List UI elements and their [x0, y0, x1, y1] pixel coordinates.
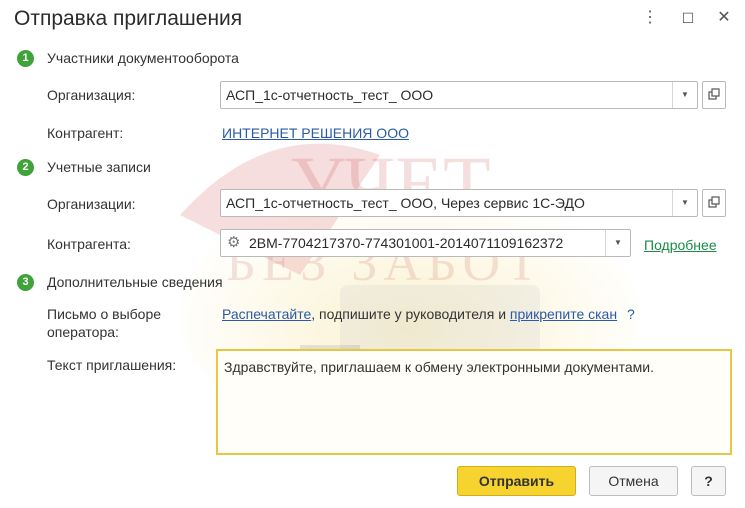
- help-question-icon[interactable]: ?: [627, 306, 635, 322]
- attach-scan-link[interactable]: прикрепите скан: [510, 306, 617, 322]
- step-3-badge: 3: [17, 274, 34, 291]
- open-form-icon: [708, 88, 720, 100]
- contractor-account-field[interactable]: ⚙ 2BM-7704217370-774301001-2014071109162…: [220, 229, 631, 257]
- gear-icon: ⚙: [227, 234, 241, 251]
- step-1-badge: 1: [17, 50, 34, 67]
- section-accounts-title: Учетные записи: [47, 159, 151, 175]
- open-organization-button[interactable]: [702, 81, 726, 109]
- contractors-label: Контрагента:: [47, 236, 131, 252]
- open-account-button[interactable]: [702, 189, 726, 217]
- help-button[interactable]: ?: [691, 466, 726, 496]
- more-actions-icon[interactable]: ⋮: [638, 6, 662, 30]
- print-link[interactable]: Распечатайте: [222, 306, 311, 322]
- chevron-down-icon[interactable]: ▼: [672, 190, 697, 216]
- operator-letter-instructions: Распечатайте, подпишите у руководителя и…: [222, 306, 635, 322]
- step-2-badge: 2: [17, 159, 34, 176]
- send-button[interactable]: Отправить: [457, 466, 576, 496]
- open-form-icon: [708, 196, 720, 208]
- dialog-title: Отправка приглашения: [14, 7, 243, 30]
- invitation-text-value: Здравствуйте, приглашаем к обмену электр…: [224, 359, 654, 375]
- organization-field[interactable]: АСП_1с-отчетность_тест_ ООО ▼: [220, 81, 698, 109]
- chevron-down-icon[interactable]: ▼: [672, 82, 697, 108]
- contractor-account-value: 2BM-7704217370-774301001-201407110916237…: [249, 235, 564, 251]
- contractor-label: Контрагент:: [47, 125, 124, 141]
- maximize-icon[interactable]: ☐: [676, 6, 700, 30]
- cancel-button[interactable]: Отмена: [589, 466, 678, 496]
- organization-value: АСП_1с-отчетность_тест_ ООО: [226, 87, 434, 103]
- invitation-text-label: Текст приглашения:: [47, 357, 177, 373]
- organization-label: Организация:: [47, 87, 136, 103]
- operator-letter-label: Письмо о выборе оператора:: [47, 306, 162, 340]
- chevron-down-icon[interactable]: ▼: [605, 230, 630, 256]
- contractor-link[interactable]: ИНТЕРНЕТ РЕШЕНИЯ ООО: [222, 125, 409, 141]
- organizations-account-value: АСП_1с-отчетность_тест_ ООО, Через серви…: [226, 195, 585, 211]
- section-additional-title: Дополнительные сведения: [47, 274, 223, 290]
- organizations-account-field[interactable]: АСП_1с-отчетность_тест_ ООО, Через серви…: [220, 189, 698, 217]
- details-link[interactable]: Подробнее: [644, 237, 717, 253]
- section-participants-title: Участники документооборота: [47, 50, 239, 66]
- invitation-text-field[interactable]: Здравствуйте, приглашаем к обмену электр…: [216, 349, 732, 455]
- organizations-label: Организации:: [47, 196, 136, 212]
- instruction-text: , подпишите у руководителя и: [311, 306, 507, 322]
- close-icon[interactable]: ✕: [712, 6, 736, 30]
